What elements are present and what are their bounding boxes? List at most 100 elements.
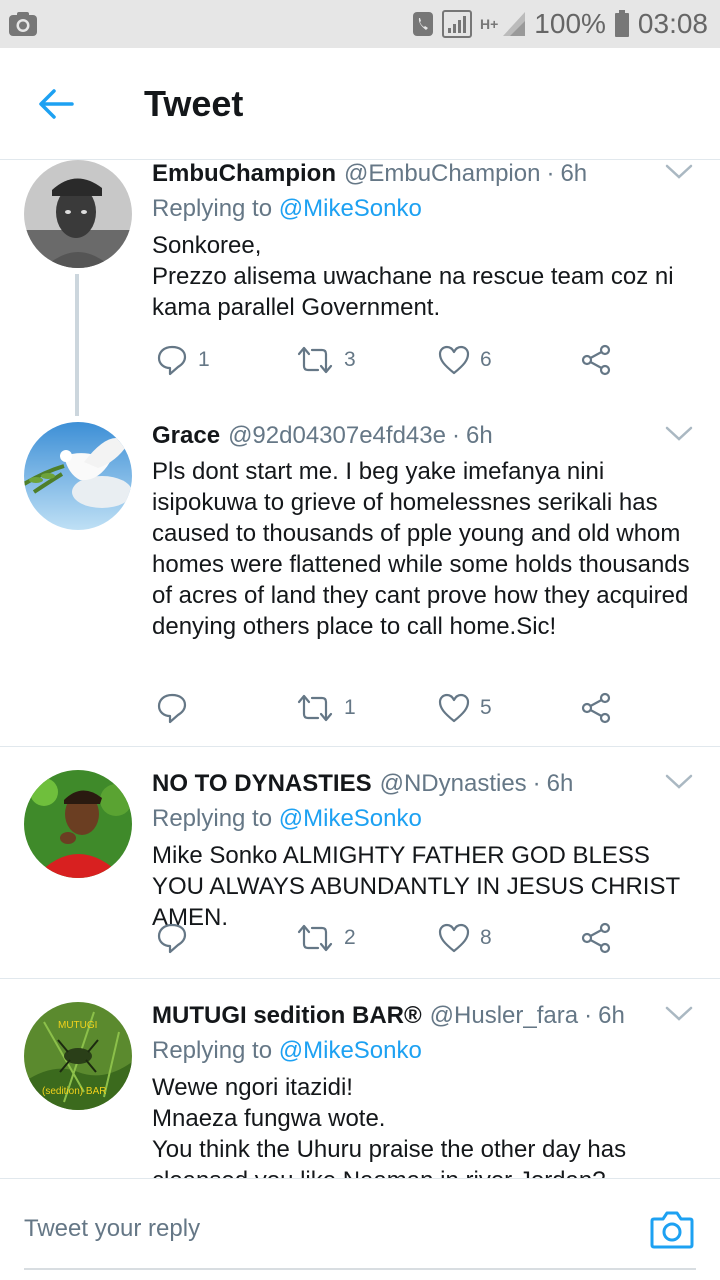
chevron-down-icon[interactable] — [664, 160, 694, 184]
tweet-header: EmbuChampion @EmbuChampion · 6h — [152, 160, 702, 188]
status-bar: H+ 100% 03:08 — [0, 0, 720, 48]
reply-button[interactable]: 1 — [156, 340, 210, 380]
replying-to: Replying to @MikeSonko — [152, 194, 702, 224]
username[interactable]: @EmbuChampion — [344, 160, 540, 188]
app-bar: Tweet — [0, 48, 720, 160]
like-button[interactable]: 5 — [438, 688, 492, 728]
chevron-down-icon[interactable] — [664, 422, 694, 446]
retweet-count: 3 — [344, 348, 356, 371]
reply-input[interactable]: Tweet your reply — [24, 1215, 200, 1243]
avatar[interactable] — [24, 422, 132, 530]
display-name[interactable]: EmbuChampion — [152, 160, 336, 188]
arrow-left-icon — [39, 88, 74, 119]
chevron-down-icon[interactable] — [664, 770, 694, 794]
page-title: Tweet — [144, 82, 244, 124]
avatar[interactable]: MUTUGI (sedition) BAR — [24, 1002, 132, 1110]
display-name[interactable]: MUTUGI sedition BAR® — [152, 1002, 422, 1030]
tweet-header: MUTUGI sedition BAR® @Husler_fara · 6h — [152, 1002, 702, 1030]
replying-to: Replying to @MikeSonko — [152, 1036, 702, 1066]
retweet-button[interactable]: 2 — [296, 918, 356, 958]
avatar-text-bottom: (sedition) BAR — [42, 1086, 106, 1097]
timestamp: 6h — [560, 160, 588, 187]
like-count: 8 — [480, 926, 492, 949]
reply-icon — [157, 923, 187, 954]
share-button[interactable] — [580, 688, 612, 728]
replying-to-label: Replying to — [152, 195, 273, 222]
camera-icon[interactable] — [650, 1209, 694, 1249]
replying-to-label: Replying to — [152, 1037, 273, 1064]
username[interactable]: @NDynasties — [380, 770, 527, 798]
like-button[interactable]: 8 — [438, 918, 492, 958]
retweet-icon — [297, 694, 333, 722]
separator-dot: · — [451, 422, 460, 449]
divider — [0, 746, 720, 747]
timestamp: 6h — [546, 770, 574, 797]
camera-icon — [8, 11, 38, 37]
like-count: 6 — [480, 348, 492, 371]
heart-icon — [438, 345, 470, 375]
reply-button[interactable] — [156, 918, 198, 958]
share-button[interactable] — [580, 340, 612, 380]
mention-link[interactable]: @MikeSonko — [279, 805, 422, 832]
signal-icon — [502, 11, 526, 37]
username[interactable]: @Husler_fara — [430, 1002, 578, 1030]
replying-to-label: Replying to — [152, 805, 273, 832]
tweet-actions: 1 5 — [152, 688, 632, 728]
avatar[interactable] — [24, 770, 132, 878]
share-icon — [581, 692, 611, 724]
divider — [0, 978, 720, 979]
retweet-icon — [297, 924, 333, 952]
heart-icon — [438, 693, 470, 723]
tweet-actions: 2 8 — [152, 918, 632, 958]
tweet-header: Grace @92d04307e4fd43e · 6h — [152, 422, 702, 450]
back-button[interactable] — [0, 48, 112, 160]
tweet[interactable]: Grace @92d04307e4fd43e · 6h Pls dont sta… — [0, 422, 720, 744]
reply-composer: Tweet your reply — [0, 1178, 720, 1280]
reply-button[interactable] — [156, 688, 198, 728]
username[interactable]: @92d04307e4fd43e — [228, 422, 446, 450]
like-count: 5 — [480, 696, 492, 719]
separator-dot: · — [584, 1002, 593, 1029]
like-button[interactable]: 6 — [438, 340, 492, 380]
mention-link[interactable]: @MikeSonko — [279, 1037, 422, 1064]
tweet[interactable]: NO TO DYNASTIES @NDynasties · 6h Replyin… — [0, 770, 720, 976]
battery-percent: 100% — [534, 8, 606, 39]
clock: 03:08 — [637, 8, 708, 39]
signal-box-icon — [442, 10, 472, 38]
separator-dot: · — [546, 160, 555, 187]
tweet-actions: 1 3 6 — [152, 340, 632, 380]
share-icon — [581, 922, 611, 954]
reply-count: 1 — [198, 348, 210, 371]
reply-icon — [157, 693, 187, 724]
retweet-button[interactable]: 3 — [296, 340, 356, 380]
share-button[interactable] — [580, 918, 612, 958]
tweet-text: Sonkoree, Prezzo alisema uwachane na res… — [152, 232, 674, 321]
retweet-icon — [297, 346, 333, 374]
tweet-text: Pls dont start me. I beg yake imefanya n… — [152, 458, 690, 640]
tweet[interactable]: EmbuChampion @EmbuChampion · 6h Replying… — [0, 160, 720, 410]
separator-dot: · — [532, 770, 541, 797]
tweet-text: Wewe ngori itazidi! Mnaeza fungwa wote. … — [152, 1074, 627, 1178]
retweet-count: 2 — [344, 926, 356, 949]
replying-to: Replying to @MikeSonko — [152, 804, 702, 834]
battery-icon — [614, 10, 630, 38]
avatar-text-top: MUTUGI — [58, 1020, 97, 1031]
display-name[interactable]: NO TO DYNASTIES — [152, 770, 372, 798]
retweet-button[interactable]: 1 — [296, 688, 356, 728]
mention-link[interactable]: @MikeSonko — [279, 195, 422, 222]
tweet-header: NO TO DYNASTIES @NDynasties · 6h — [152, 770, 702, 798]
phone-icon — [412, 11, 434, 37]
network-type: H+ — [480, 16, 499, 32]
display-name[interactable]: Grace — [152, 422, 220, 450]
chevron-down-icon[interactable] — [664, 1002, 694, 1026]
share-icon — [581, 344, 611, 376]
retweet-count: 1 — [344, 696, 356, 719]
heart-icon — [438, 923, 470, 953]
tweet[interactable]: MUTUGI (sedition) BAR MUTUGI sedition BA… — [0, 1002, 720, 1178]
timestamp: 6h — [598, 1002, 625, 1029]
tweet-thread[interactable]: EmbuChampion @EmbuChampion · 6h Replying… — [0, 160, 720, 1178]
reply-underline — [24, 1268, 696, 1270]
timestamp: 6h — [465, 422, 493, 449]
avatar[interactable] — [24, 160, 132, 268]
reply-icon — [157, 345, 187, 376]
